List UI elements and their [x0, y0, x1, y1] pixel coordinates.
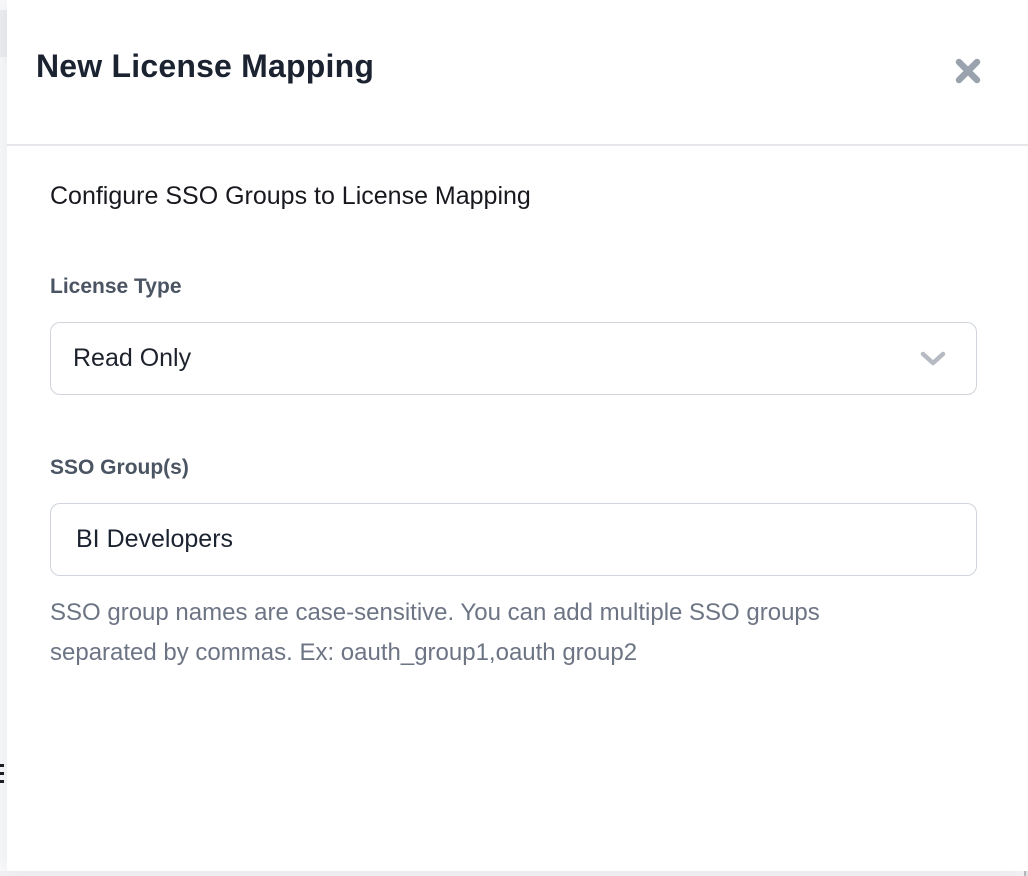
dialog-subtitle: Configure SSO Groups to License Mapping	[50, 182, 531, 211]
sso-groups-field-wrapper	[50, 503, 977, 576]
help-line-2: separated by commas. Ex: oauth_group1,oa…	[50, 633, 820, 673]
menu-icon	[0, 764, 5, 788]
close-button[interactable]	[948, 51, 988, 91]
sso-groups-help-text: SSO group names are case-sensitive. You …	[50, 593, 820, 673]
dialog-header: New License Mapping	[7, 0, 1028, 146]
screen: New License Mapping Configure SSO Groups…	[0, 0, 1028, 876]
page-backdrop-bottom	[0, 871, 1028, 876]
close-icon	[952, 55, 984, 87]
menu-icon-bar	[0, 780, 4, 783]
license-type-label: License Type	[50, 275, 182, 299]
license-type-select[interactable]: Read Only	[50, 322, 977, 395]
page-backdrop-left	[0, 0, 7, 876]
chevron-down-icon	[920, 351, 946, 367]
help-line-1: SSO group names are case-sensitive. You …	[50, 593, 820, 633]
menu-icon-bar	[0, 764, 4, 767]
menu-icon-bar	[0, 772, 4, 775]
dialog-body: Configure SSO Groups to License Mapping …	[50, 146, 984, 871]
sso-groups-input[interactable]	[51, 504, 976, 575]
new-license-mapping-dialog: New License Mapping Configure SSO Groups…	[7, 0, 1028, 871]
license-type-selected-value: Read Only	[73, 344, 191, 373]
sso-groups-label: SSO Group(s)	[50, 456, 189, 480]
dialog-title: New License Mapping	[36, 48, 374, 85]
backdrop-panel-edge	[0, 10, 7, 57]
